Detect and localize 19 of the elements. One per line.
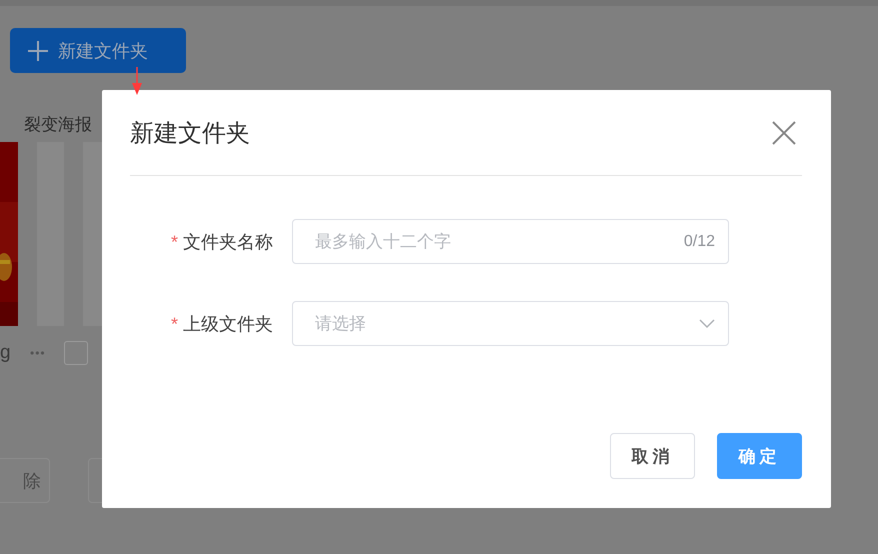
new-folder-button[interactable]: 新建文件夹 xyxy=(10,28,186,73)
section-title: 裂变海报 xyxy=(24,114,92,136)
field-label: * 上级文件夹 xyxy=(170,312,273,336)
dialog-title: 新建文件夹 xyxy=(130,118,250,148)
required-mark: * xyxy=(170,232,178,252)
file-name: g xyxy=(0,342,12,364)
name-input-field[interactable]: 最多输入十二个字 0/12 xyxy=(292,219,729,264)
chevron-down-icon xyxy=(699,318,715,328)
close-button[interactable] xyxy=(772,120,796,144)
required-mark: * xyxy=(170,314,178,334)
close-icon xyxy=(772,120,796,144)
checkbox[interactable] xyxy=(64,341,88,365)
confirm-button[interactable]: 确定 xyxy=(717,433,802,479)
more-button[interactable]: ••• xyxy=(30,346,46,360)
annotation-arrow xyxy=(131,67,143,97)
cancel-button[interactable]: 取消 xyxy=(610,433,695,479)
plus-icon xyxy=(28,40,48,60)
folder-select-field[interactable]: 请选择 xyxy=(292,301,729,346)
field-label: * 文件夹名称 xyxy=(170,230,273,254)
